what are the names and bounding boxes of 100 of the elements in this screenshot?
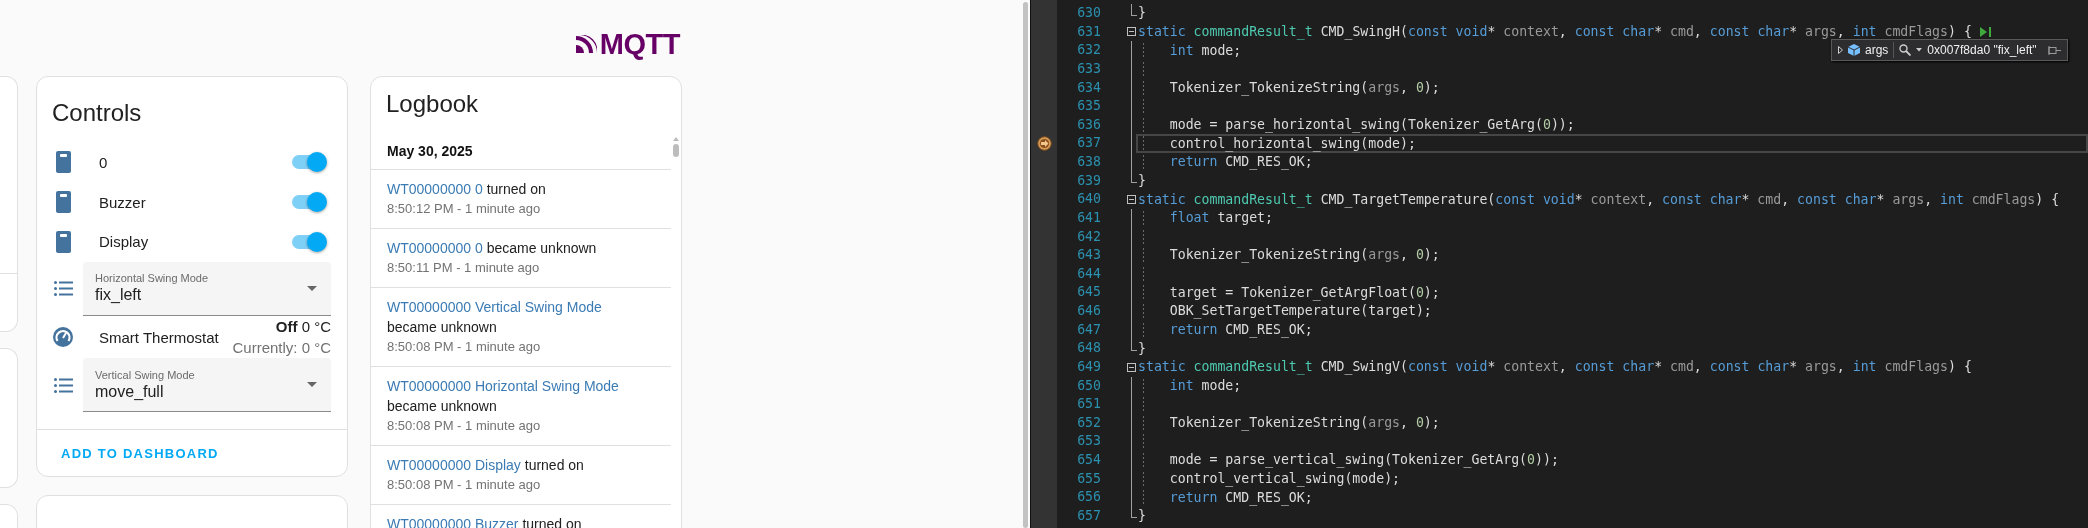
code-line: static commandResult_t CMD_SwingV(const void* context, const char* cmd, const char* args, int cmdFlags) {: [1138, 360, 1972, 375]
code-line: }: [1138, 173, 1146, 188]
log-time: 8:50:08 PM - 1 minute ago: [387, 417, 542, 435]
caret-icon: [307, 382, 317, 388]
code-line: mode = parse_horizontal_swing(Tokenizer_GetArg(0));: [1168, 118, 1575, 133]
entity-link[interactable]: WT00000000 0: [387, 240, 483, 256]
line-number: 634: [1076, 78, 1101, 97]
signal-waves-icon: [575, 35, 597, 53]
entity-name: Buzzer: [99, 193, 147, 211]
log-message: WT00000000 0 became unknown: [387, 239, 598, 258]
code-line: target = Tokenizer_GetArgFloat(0);: [1168, 285, 1440, 300]
line-number: 641: [1076, 208, 1101, 227]
line-number: 644: [1076, 264, 1101, 283]
code-line: Tokenizer_TokenizeString(args, 0);: [1168, 80, 1440, 95]
line-number: 643: [1076, 246, 1101, 265]
line-number: 631: [1076, 22, 1101, 41]
line-number: 642: [1076, 227, 1101, 246]
line-number: 647: [1076, 320, 1101, 339]
card-title: Controls: [51, 98, 143, 128]
line-number: 649: [1076, 357, 1101, 376]
code-line: OBK_SetTargetTemperature(target);: [1168, 304, 1432, 319]
scrollbar-thumb[interactable]: [673, 144, 679, 157]
code-line: control_vertical_swing(mode);: [1168, 471, 1400, 486]
log-message: WT00000000 Horizontal Swing Mode became unknown: [387, 377, 620, 416]
toggle-switch[interactable]: [291, 231, 327, 252]
select-field[interactable]: Vertical Swing Mode move_full: [83, 358, 331, 413]
mqtt-logo-text: MQTT: [599, 29, 680, 59]
current-temperature: Currently: 0 °C: [232, 338, 331, 359]
line-number: 656: [1076, 488, 1101, 507]
code-line: }: [1138, 6, 1146, 21]
line-number: 648: [1076, 339, 1101, 358]
entity-link[interactable]: WT00000000 0: [387, 181, 483, 197]
log-time: 8:50:08 PM - 1 minute ago: [387, 338, 542, 356]
line-number: 655: [1076, 469, 1101, 488]
variable-name: args: [1865, 43, 1889, 57]
toggle-switch[interactable]: [291, 192, 327, 213]
search-icon[interactable]: [1899, 44, 1912, 56]
collapse-icon[interactable]: [1127, 362, 1136, 372]
select-field[interactable]: Horizontal Swing Mode fix_left: [83, 261, 331, 316]
log-time: 8:50:12 PM - 1 minute ago: [387, 200, 542, 218]
log-time: 8:50:08 PM - 1 minute ago: [387, 476, 542, 494]
line-number: 635: [1076, 97, 1101, 116]
code-line: return CMD_RES_OK;: [1168, 322, 1313, 337]
line-number: 652: [1076, 413, 1101, 432]
line-number: 633: [1076, 59, 1101, 78]
entity-link[interactable]: WT00000000 Vertical Swing Mode: [387, 299, 602, 315]
entity-name: Smart Thermostat: [99, 328, 220, 346]
code-line: return CMD_RES_OK;: [1168, 155, 1313, 170]
line-number: 646: [1076, 302, 1101, 320]
line-number: 639: [1076, 171, 1101, 190]
expand-icon[interactable]: [1838, 46, 1843, 54]
date-heading: May 30, 2025: [387, 143, 473, 159]
caret-icon: [307, 285, 317, 291]
scrollbar-thumb[interactable]: [1022, 2, 1028, 528]
pin-icon[interactable]: [2047, 45, 2061, 55]
code-line: control_horizontal_swing(mode);: [1168, 136, 1416, 151]
line-number: 640: [1076, 190, 1101, 209]
code-line: static commandResult_t CMD_TargetTemperature(const void* context, const char* cmd, const char* args, int cmdFlags) {: [1138, 192, 2060, 207]
code-line: return CMD_RES_OK;: [1168, 490, 1313, 505]
climate-state: Off 0 °C: [275, 317, 331, 338]
log-message: WT00000000 Vertical Swing Mode became unknown: [387, 298, 603, 337]
card-title: Logbook: [385, 89, 480, 119]
caret-icon[interactable]: [1916, 48, 1923, 52]
cube-icon: [1848, 44, 1860, 56]
line-number: 632: [1076, 41, 1101, 60]
list-icon: [53, 377, 73, 393]
list-icon: [53, 281, 73, 297]
log-message: WT00000000 Display turned on: [387, 456, 585, 475]
collapse-icon[interactable]: [1127, 27, 1136, 37]
line-number: 630: [1076, 4, 1101, 22]
code-line: Tokenizer_TokenizeString(args, 0);: [1168, 248, 1440, 263]
entity-link[interactable]: WT00000000 Display: [387, 457, 521, 473]
toggle-switch[interactable]: [291, 152, 327, 173]
line-number: 638: [1076, 153, 1101, 171]
code-line: int mode;: [1168, 378, 1242, 393]
run-to-click-icon[interactable]: [1979, 26, 1992, 37]
code-line: }: [1138, 509, 1146, 524]
entity-name: 0: [99, 154, 109, 171]
code-line: mode = parse_vertical_swing(Tokenizer_GetArg(0));: [1168, 453, 1559, 468]
entity-name: Display: [99, 233, 150, 251]
code-line: float target;: [1168, 211, 1273, 226]
line-number: 657: [1076, 506, 1101, 525]
line-number: 636: [1076, 115, 1101, 134]
variable-value: 0x007f8da0 "fix_left": [1927, 43, 2037, 57]
code-line: }: [1138, 341, 1146, 356]
collapse-icon[interactable]: [1127, 195, 1136, 205]
add-to-dashboard-button[interactable]: ADD TO DASHBOARD: [53, 439, 227, 467]
line-number: 651: [1076, 395, 1101, 414]
log-message: WT00000000 0 turned on: [387, 180, 547, 199]
entity-link[interactable]: WT00000000 Horizontal Swing Mode: [387, 378, 619, 394]
line-number: 645: [1076, 283, 1101, 302]
log-time: 8:50:11 PM - 1 minute ago: [387, 259, 541, 277]
line-number: 653: [1076, 432, 1101, 451]
line-number: 637: [1076, 134, 1101, 153]
device-icon: [55, 230, 71, 253]
code-line: Tokenizer_TokenizeString(args, 0);: [1168, 416, 1440, 431]
line-number: 650: [1076, 376, 1101, 395]
code-line: static commandResult_t CMD_SwingH(const void* context, const char* cmd, const char* args, int cmdFlags) {: [1138, 24, 1972, 39]
code-line: int mode;: [1168, 43, 1242, 58]
device-icon: [55, 151, 71, 174]
